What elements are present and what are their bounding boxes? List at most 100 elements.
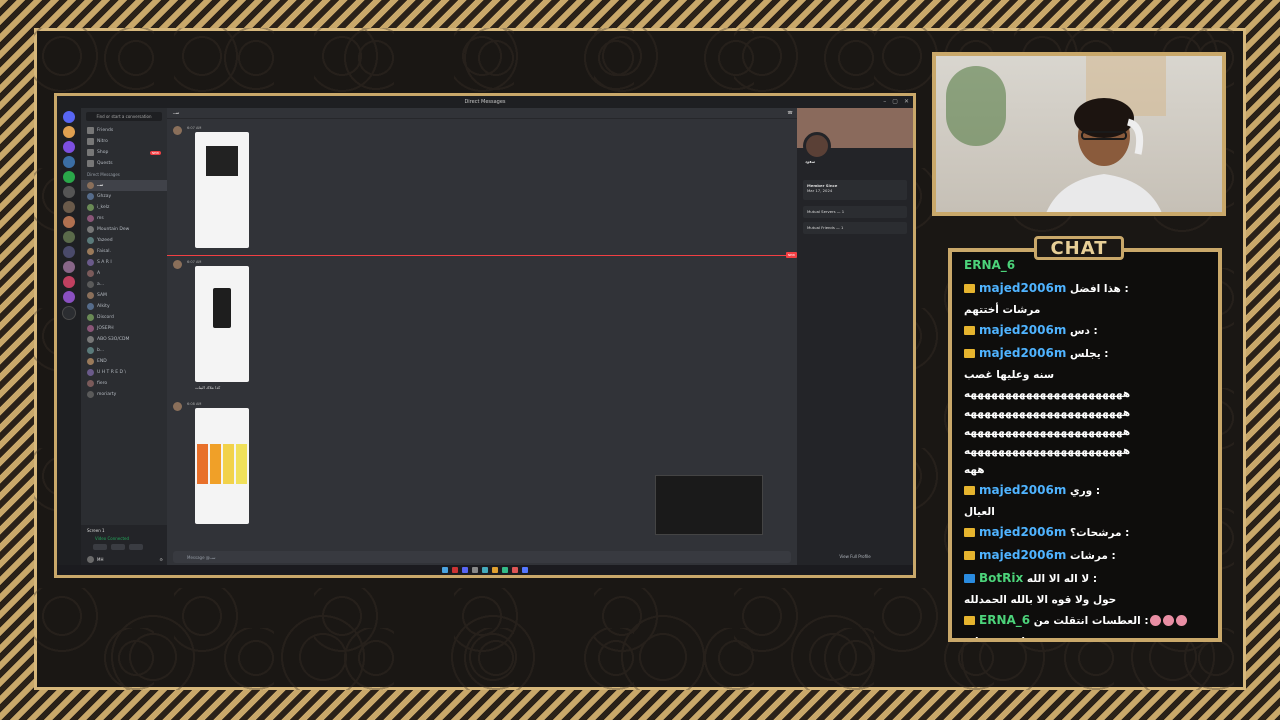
message-input[interactable]: Message @ســ (173, 551, 791, 563)
mutual-servers-button[interactable]: Mutual Servers — 1 (803, 206, 907, 218)
minimize-icon[interactable]: – (883, 98, 886, 105)
chat-username[interactable]: majed2006m (979, 323, 1066, 337)
dm-name: moriarty (97, 392, 117, 397)
server-icon[interactable] (63, 141, 75, 153)
avatar (87, 226, 94, 233)
dm-list-item[interactable]: JOSEPH (81, 323, 167, 334)
nav-quests[interactable]: Quests (81, 158, 167, 169)
nav-label: Nitro (97, 139, 108, 144)
dm-list-item[interactable]: a... (81, 279, 167, 290)
server-icon[interactable] (63, 186, 75, 198)
server-icon[interactable] (63, 246, 75, 258)
mutual-friends-button[interactable]: Mutual Friends — 1 (803, 222, 907, 234)
chat-username[interactable]: majed2006m (979, 346, 1066, 360)
activity-button[interactable] (129, 544, 143, 550)
server-icon[interactable] (63, 171, 75, 183)
nav-label: Shop (97, 150, 109, 155)
chat-username[interactable]: ERNA_6 (979, 613, 1030, 627)
quests-icon (87, 160, 94, 167)
chat-message: majed2006m هذا افضل : (964, 281, 1129, 295)
dm-list-item[interactable]: Yazeed (81, 235, 167, 246)
dm-list-item[interactable]: i_kelz (81, 202, 167, 213)
app-icon[interactable] (512, 567, 518, 573)
dm-list-item[interactable]: ABO S3O/CDM (81, 334, 167, 345)
avatar (173, 126, 182, 135)
dm-list-item[interactable]: Alkity (81, 301, 167, 312)
chat-username[interactable]: majed2006m (979, 525, 1066, 539)
app-icon[interactable] (462, 567, 468, 573)
server-icon[interactable] (63, 201, 75, 213)
server-icon[interactable] (63, 126, 75, 138)
discord-home-icon[interactable] (63, 111, 75, 123)
dm-list-item[interactable]: Discord (81, 312, 167, 323)
chat-message: majed2006m يجلس : (964, 346, 1109, 360)
dm-list-item[interactable]: ms (81, 213, 167, 224)
chat-text: ابو حميد لي (964, 636, 1025, 642)
dm-list-item[interactable]: A (81, 268, 167, 279)
dm-name: fiero (97, 381, 108, 386)
server-icon[interactable] (63, 261, 75, 273)
chat-message: BotRix لا اله الا الله : (964, 571, 1097, 585)
maximize-icon[interactable]: ▢ (892, 98, 898, 105)
nav-friends[interactable]: Friends (81, 125, 167, 136)
dm-list-item[interactable]: S A R I (81, 257, 167, 268)
call-icon[interactable]: ☎ (787, 111, 793, 116)
screen-share-button[interactable] (111, 544, 125, 550)
screen-share-preview[interactable] (655, 475, 763, 535)
nav-nitro[interactable]: Nitro (81, 136, 167, 147)
discord-window: Direct Messages – ▢ ✕ Find or start a conv… (54, 93, 916, 578)
app-icon[interactable] (472, 567, 478, 573)
add-server-icon[interactable] (62, 306, 76, 320)
chat-text: هذا افضل : (1070, 283, 1129, 295)
chat-username[interactable]: majed2006m (979, 483, 1066, 497)
dm-list-item[interactable]: Mountain Dew (81, 224, 167, 235)
chat-text: هههههههههههههههههههههههه (964, 388, 1131, 400)
dm-list-item[interactable]: b... (81, 345, 167, 356)
chat-username[interactable]: majed2006m (979, 281, 1066, 295)
chat-message: majed2006m وري : (964, 483, 1100, 497)
dm-list-item[interactable]: fiero (81, 378, 167, 389)
dm-name: ســ (97, 183, 104, 188)
nav-shop[interactable]: Shop NEW (81, 147, 167, 158)
start-icon[interactable] (442, 567, 448, 573)
dm-list-item[interactable]: SAM (81, 290, 167, 301)
dm-list-item[interactable]: moriarty (81, 389, 167, 400)
close-icon[interactable]: ✕ (904, 98, 909, 105)
message-image[interactable] (195, 408, 249, 524)
server-list (57, 108, 81, 565)
dm-name: i_kelz (97, 205, 110, 210)
server-icon[interactable] (63, 216, 75, 228)
app-icon[interactable] (522, 567, 528, 573)
app-icon[interactable] (502, 567, 508, 573)
message-time: 6:07 AM (187, 260, 202, 264)
username: MH (97, 556, 104, 562)
server-icon[interactable] (63, 291, 75, 303)
dm-list-item[interactable]: Ghzay (81, 191, 167, 202)
app-icon[interactable] (452, 567, 458, 573)
chat-username[interactable]: majed2006m (979, 548, 1066, 562)
dm-sidebar: Find or start a conversation Friends Nit… (81, 108, 167, 565)
chat-username[interactable]: ERNA_6 (964, 258, 1015, 272)
chat-username[interactable]: BotRix (979, 571, 1023, 585)
avatar (87, 259, 94, 266)
camera-button[interactable] (93, 544, 107, 550)
emote-icon (1162, 615, 1174, 626)
folder-icon[interactable] (492, 567, 498, 573)
server-icon[interactable] (63, 231, 75, 243)
dm-list-item[interactable]: END (81, 356, 167, 367)
profile-avatar[interactable] (803, 132, 831, 160)
avatar[interactable] (87, 555, 94, 563)
dm-search-input[interactable]: Find or start a conversation (86, 112, 162, 121)
message-image[interactable] (195, 266, 249, 382)
app-icon[interactable] (482, 567, 488, 573)
server-icon[interactable] (63, 156, 75, 168)
message-image[interactable] (195, 132, 249, 248)
settings-icon[interactable]: ⚙ (159, 557, 163, 562)
dm-list-item[interactable]: Faisal. (81, 246, 167, 257)
dm-list-item[interactable]: ســ (81, 180, 167, 191)
dm-list-item[interactable]: U H T R E D \ (81, 367, 167, 378)
dm-name: Mountain Dew (97, 227, 130, 232)
server-icon[interactable] (63, 276, 75, 288)
view-full-profile-link[interactable]: View Full Profile (797, 554, 913, 559)
chat-text: ههه (964, 464, 985, 476)
